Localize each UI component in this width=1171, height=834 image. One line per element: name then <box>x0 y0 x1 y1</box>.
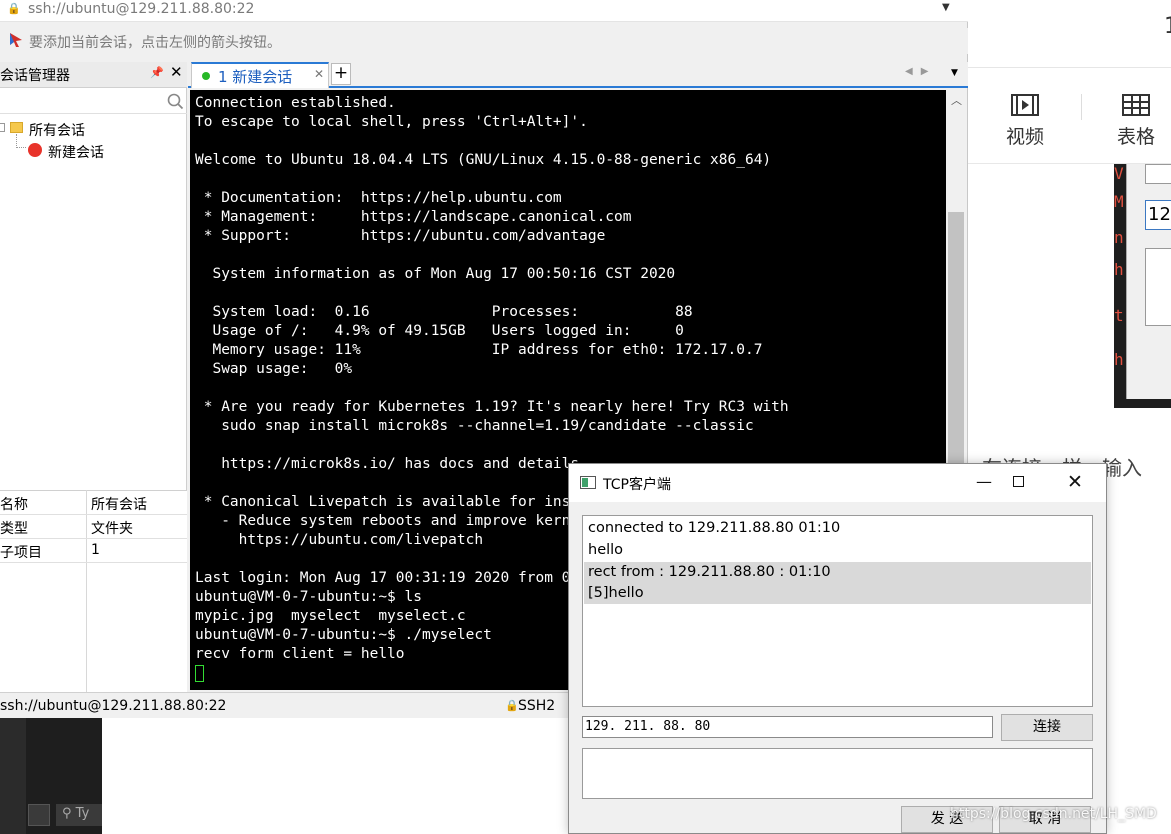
property-value: 1 <box>91 542 100 558</box>
tree-item-new-session[interactable]: 新建会话 <box>0 140 187 162</box>
tree-item-all-sessions[interactable]: 所有会话 <box>0 118 187 140</box>
close-button[interactable]: ✕ <box>1060 470 1090 494</box>
status-protocol: SSH2 <box>518 698 556 714</box>
address-bar[interactable]: 🔒 ssh://ubuntu@129.211.88.80:22 ▼ <box>0 0 968 22</box>
tab-menu-icon[interactable]: ▼ <box>951 68 958 78</box>
close-tab-icon[interactable]: ✕ <box>314 67 324 81</box>
table-tool-button[interactable]: 表格 <box>1101 80 1171 164</box>
dropdown-caret-icon[interactable]: ▼ <box>942 2 950 13</box>
embedded-screenshot-thumbnail: V M n h t h 12 <box>1114 164 1171 408</box>
taskbar: ⚲ Ty <box>0 718 102 834</box>
window-title: TCP客户端 <box>603 477 671 493</box>
connect-button[interactable]: 连接 <box>1001 714 1093 741</box>
tree-item-label: 新建会话 <box>48 145 104 161</box>
property-row: 类型 文件夹 <box>0 515 187 539</box>
lock-icon: 🔒 <box>505 699 519 712</box>
tree-item-label: 所有会话 <box>29 123 85 139</box>
hint-text: 要添加当前会话，点击左侧的箭头按钮。 <box>29 35 281 51</box>
session-icon <box>28 143 42 157</box>
property-value: 文件夹 <box>91 521 133 537</box>
lock-icon: 🔒 <box>7 2 21 15</box>
table-tool-label: 表格 <box>1116 126 1155 148</box>
property-key: 子项目 <box>0 545 42 561</box>
expand-icon[interactable] <box>0 123 5 132</box>
property-row: 子项目 1 <box>0 539 187 563</box>
status-address: ssh://ubuntu@129.211.88.80:22 <box>0 698 227 714</box>
search-icon <box>167 93 184 110</box>
message-input[interactable] <box>582 748 1093 799</box>
editor-toolbar: 视频 表格 <box>968 80 1171 164</box>
close-icon[interactable]: ✕ <box>170 63 183 81</box>
ip-address-input[interactable]: 129. 211. 88. 80 <box>582 716 993 738</box>
search-icon: ⚲ <box>62 806 72 821</box>
property-row: 名称 所有会话 <box>0 491 187 515</box>
thumb-glyph: h <box>1114 350 1124 369</box>
log-item[interactable]: [5]hello <box>584 583 1091 604</box>
minimize-button[interactable]: — <box>969 470 999 494</box>
task-view-button[interactable] <box>28 804 50 826</box>
add-tab-button[interactable]: + <box>331 63 351 85</box>
message-log-list[interactable]: connected to 129.211.88.80 01:10 hello r… <box>582 515 1093 707</box>
session-manager-title: 会话管理器 <box>0 68 70 84</box>
property-key: 类型 <box>0 521 28 537</box>
thumb-glyph: n <box>1114 228 1124 247</box>
address-text: ssh://ubuntu@129.211.88.80:22 <box>28 1 255 17</box>
log-item[interactable]: rect from : 129.211.88.80 : 01:10 <box>584 562 1091 583</box>
tcp-client-window: TCP客户端 — ✕ connected to 129.211.88.80 01… <box>568 463 1107 834</box>
video-icon <box>1011 94 1039 116</box>
terminal-cursor <box>195 665 204 682</box>
session-search-input[interactable] <box>0 90 187 114</box>
thumb-panel: 12 <box>1126 164 1171 399</box>
tab-label: 1 新建会话 <box>218 68 293 86</box>
tab-new-session[interactable]: 1 新建会话 ✕ <box>191 62 329 88</box>
video-tool-button[interactable]: 视频 <box>990 80 1060 164</box>
tab-scroll-arrows[interactable]: ◀▶ <box>905 66 936 77</box>
thumb-glyph: t <box>1114 306 1124 325</box>
pin-icon[interactable]: 📌 <box>150 66 164 79</box>
log-item[interactable]: hello <box>584 540 1091 561</box>
thumb-input: 12 <box>1145 200 1171 230</box>
video-tool-label: 视频 <box>1005 126 1044 148</box>
thumb-glyph: M <box>1114 192 1124 211</box>
desktop-strip <box>102 718 568 834</box>
thumb-box <box>1145 164 1171 184</box>
app-icon <box>580 476 596 489</box>
editor-top-strip: 1 <box>968 0 1171 68</box>
maximize-icon <box>1012 476 1024 487</box>
taskbar-search-text: Ty <box>75 806 90 821</box>
tcp-client-titlebar: TCP客户端 — ✕ <box>569 464 1106 502</box>
taskbar-search[interactable]: ⚲ Ty <box>56 804 102 826</box>
thumb-box <box>1145 248 1171 326</box>
hint-bar: 要添加当前会话，点击左侧的箭头按钮。 <box>0 28 968 54</box>
toolbar-divider <box>1081 94 1082 120</box>
maximize-button[interactable] <box>1003 470 1033 494</box>
thumb-glyph: V <box>1114 164 1124 183</box>
watermark-text: https://blog.csdn.net/LH_SMD <box>950 806 1157 822</box>
property-value: 所有会话 <box>91 497 147 513</box>
connected-status-icon <box>202 72 210 80</box>
session-tab-bar: 1 新建会话 ✕ + ◀▶ ▼ <box>188 62 968 88</box>
add-session-arrow-icon[interactable] <box>8 32 24 48</box>
folder-icon <box>10 122 23 133</box>
log-item[interactable]: connected to 129.211.88.80 01:10 <box>584 518 1091 539</box>
scroll-up-icon[interactable]: ︿ <box>951 92 962 108</box>
session-manager-header: 会话管理器 📌 ✕ <box>0 62 187 88</box>
thumb-glyph: h <box>1114 260 1124 279</box>
table-icon <box>1122 94 1150 116</box>
property-key: 名称 <box>0 497 28 513</box>
session-properties-table: 名称 所有会话 类型 文件夹 子项目 1 <box>0 490 187 692</box>
editor-top-char: 1 <box>1164 14 1171 39</box>
